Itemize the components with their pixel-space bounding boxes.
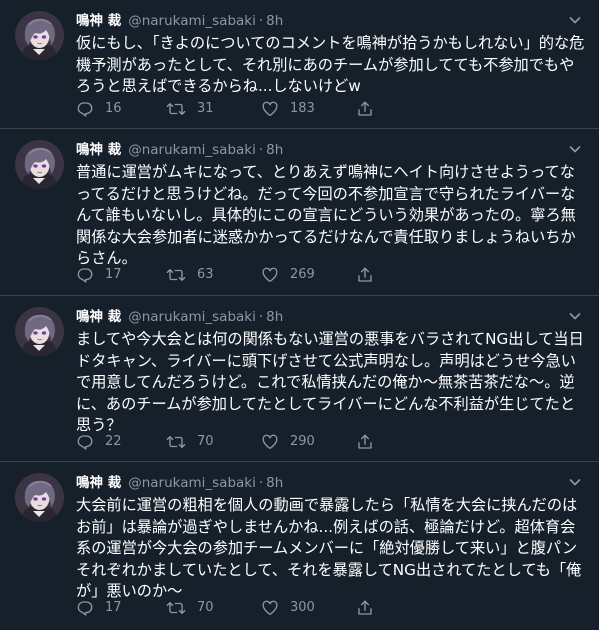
display-name[interactable]: 鳴神 裁 [76,142,121,158]
reply-icon [76,433,94,451]
reply-icon [76,599,94,617]
user-handle[interactable]: @narukami_sabaki [128,13,256,29]
tweet-text: 普通に運営がムキになって、とりあえず鳴神にヘイト向けさせようってなってるだけと思… [76,163,576,267]
tweet-actions: 22 70 290 [76,432,556,452]
reply-count: 22 [105,434,122,449]
reply-button[interactable]: 17 [76,598,122,618]
heart-icon [261,599,279,617]
retweet-count: 70 [197,434,214,449]
share-button[interactable] [356,265,374,285]
share-icon [356,100,374,118]
retweet-button[interactable]: 63 [166,265,214,285]
tweet[interactable]: 鳴神 裁 @narukami_sabaki · 8h 仮にもし、「きよのについてのコメ… [0,0,599,129]
heart-icon [261,100,279,118]
like-count: 300 [290,600,315,615]
chevron-down-icon[interactable] [567,474,583,490]
tweet-header: 鳴神 裁 @narukami_sabaki · 8h [76,308,283,326]
like-button[interactable]: 300 [261,598,315,618]
avatar[interactable] [15,140,64,189]
display-name[interactable]: 鳴神 裁 [76,13,121,29]
retweet-button[interactable]: 31 [166,99,214,119]
separator-dot: · [258,142,264,158]
avatar[interactable] [15,473,64,522]
tweet[interactable]: 鳴神 裁 @narukami_sabaki · 8h 普通に運営がムキになって、とりあ… [0,129,599,296]
reply-icon [76,100,94,118]
tweet-actions: 17 70 300 [76,598,556,618]
tweet-actions: 17 63 269 [76,265,556,285]
share-icon [356,266,374,284]
avatar[interactable] [15,11,64,60]
share-button[interactable] [356,432,374,452]
share-button[interactable] [356,99,374,119]
chevron-down-icon[interactable] [567,141,583,157]
retweet-button[interactable]: 70 [166,432,214,452]
separator-dot: · [258,13,264,29]
retweet-icon [166,599,186,617]
timestamp[interactable]: 8h [266,309,283,325]
tweet-actions: 16 31 183 [76,99,556,119]
like-button[interactable]: 269 [261,265,315,285]
retweet-icon [166,433,186,451]
user-handle[interactable]: @narukami_sabaki [128,475,256,491]
timestamp[interactable]: 8h [266,475,283,491]
reply-button[interactable]: 17 [76,265,122,285]
like-count: 290 [290,434,315,449]
timestamp[interactable]: 8h [266,142,283,158]
reply-count: 16 [105,101,122,116]
retweet-button[interactable]: 70 [166,598,214,618]
heart-icon [261,266,279,284]
retweet-icon [166,266,186,284]
reply-button[interactable]: 16 [76,99,122,119]
reply-icon [76,266,94,284]
reply-button[interactable]: 22 [76,432,122,452]
like-count: 183 [290,101,315,116]
display-name[interactable]: 鳴神 裁 [76,475,121,491]
separator-dot: · [258,309,264,325]
retweet-count: 31 [197,101,214,116]
like-count: 269 [290,267,315,282]
tweet-header: 鳴神 裁 @narukami_sabaki · 8h [76,141,283,159]
tweet-header: 鳴神 裁 @narukami_sabaki · 8h [76,474,283,492]
tweet-text: 大会前に運営の粗相を個人の動画で暴露したら「私情を大会に挟んだのはお前」は暴論が… [76,496,582,600]
like-button[interactable]: 290 [261,432,315,452]
like-button[interactable]: 183 [261,99,315,119]
chevron-down-icon[interactable] [567,12,583,28]
tweet-text: ましてや今大会とは何の関係もない運営の悪事をバラされてNG出して当日ドタキャン、… [76,330,584,434]
avatar[interactable] [15,307,64,356]
share-icon [356,599,374,617]
chevron-down-icon[interactable] [567,308,583,324]
retweet-icon [166,100,186,118]
timestamp[interactable]: 8h [266,13,283,29]
retweet-count: 70 [197,600,214,615]
user-handle[interactable]: @narukami_sabaki [128,309,256,325]
tweet-text: 仮にもし、「きよのについてのコメントを鳴神が拾うかもしれない」的な危機予測があっ… [76,34,585,95]
retweet-count: 63 [197,267,214,282]
reply-count: 17 [105,600,122,615]
reply-count: 17 [105,267,122,282]
tweet-header: 鳴神 裁 @narukami_sabaki · 8h [76,12,283,30]
heart-icon [261,433,279,451]
share-button[interactable] [356,598,374,618]
tweet[interactable]: 鳴神 裁 @narukami_sabaki · 8h 大会前に運営の粗相を個人の動画で… [0,462,599,630]
user-handle[interactable]: @narukami_sabaki [128,142,256,158]
tweet[interactable]: 鳴神 裁 @narukami_sabaki · 8h ましてや今大会とは何の関係もない… [0,296,599,462]
separator-dot: · [258,475,264,491]
share-icon [356,433,374,451]
display-name[interactable]: 鳴神 裁 [76,309,121,325]
